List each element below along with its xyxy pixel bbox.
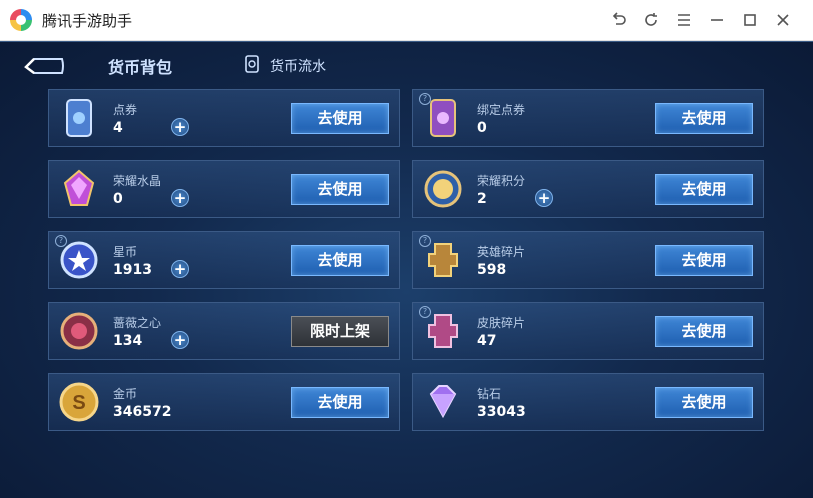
use-button[interactable]: 去使用	[655, 316, 753, 347]
currency-amount: 346572	[113, 404, 172, 420]
currency-card-ticket: 点券 4 + 去使用	[48, 89, 400, 147]
add-icon[interactable]: +	[171, 118, 189, 136]
add-icon[interactable]: +	[171, 189, 189, 207]
diamond-icon	[421, 380, 465, 424]
close-icon[interactable]	[772, 9, 794, 31]
currency-card-hero-shard: ? 英雄碎片 598 去使用	[412, 231, 764, 289]
use-button[interactable]: 去使用	[291, 103, 389, 134]
currency-card-honor-points: 荣耀积分 2 + 去使用	[412, 160, 764, 218]
menu-icon[interactable]	[673, 9, 695, 31]
maximize-icon[interactable]	[739, 9, 761, 31]
title-bar: 腾讯手游助手	[0, 0, 813, 41]
add-icon[interactable]: +	[171, 260, 189, 278]
skin-shard-icon	[421, 309, 465, 353]
hero-shard-icon	[421, 238, 465, 282]
currency-card-crystal: 荣耀水晶 0 + 去使用	[48, 160, 400, 218]
currency-amount: 0	[477, 120, 487, 136]
currency-flow-link[interactable]: 货币流水	[244, 55, 326, 77]
add-icon[interactable]: +	[171, 331, 189, 349]
currency-amount: 0	[113, 191, 123, 207]
currency-amount: 4	[113, 120, 123, 136]
currency-backpack-page: 货币背包 货币流水 点券 4 + 去使用 ? 绑定点券 0 去使用 荣耀水晶 0…	[0, 41, 813, 498]
currency-amount: 598	[477, 262, 507, 278]
use-button[interactable]: 去使用	[291, 174, 389, 205]
currency-name: 金币	[113, 387, 138, 401]
flow-icon	[244, 54, 260, 78]
currency-name: 蔷薇之心	[113, 316, 162, 330]
add-icon[interactable]: +	[535, 189, 553, 207]
ticket-icon	[57, 96, 101, 140]
limited-time-button[interactable]: 限时上架	[291, 316, 389, 347]
app-title: 腾讯手游助手	[42, 12, 133, 30]
currency-name: 荣耀积分	[477, 174, 526, 188]
back-arrow-icon[interactable]	[22, 53, 66, 77]
use-button[interactable]: 去使用	[655, 103, 753, 134]
currency-card-skin-shard: ? 皮肤碎片 47 去使用	[412, 302, 764, 360]
svg-text:S: S	[72, 392, 85, 414]
minimize-icon[interactable]	[706, 9, 728, 31]
currency-name: 皮肤碎片	[477, 316, 526, 330]
gold-coin-icon: S	[57, 380, 101, 424]
use-button[interactable]: 去使用	[655, 245, 753, 276]
bound-ticket-icon	[421, 96, 465, 140]
use-button[interactable]: 去使用	[291, 245, 389, 276]
crystal-icon	[57, 167, 101, 211]
currency-amount: 47	[477, 333, 497, 349]
currency-card-bound-ticket: ? 绑定点券 0 去使用	[412, 89, 764, 147]
currency-amount: 134	[113, 333, 143, 349]
currency-card-star-coin: ? 星币 1913 + 去使用	[48, 231, 400, 289]
honor-points-icon	[421, 167, 465, 211]
use-button[interactable]: 去使用	[655, 174, 753, 205]
refresh-icon[interactable]	[640, 9, 662, 31]
rose-heart-icon	[57, 309, 101, 353]
currency-name: 荣耀水晶	[113, 174, 162, 188]
app-logo-icon	[10, 9, 32, 31]
currency-flow-label: 货币流水	[270, 59, 326, 75]
currency-card-diamond: 钻石 33043 去使用	[412, 373, 764, 431]
currency-name: 钻石	[477, 387, 502, 401]
currency-amount: 1913	[113, 262, 152, 278]
currency-name: 点券	[113, 103, 138, 117]
page-title: 货币背包	[108, 58, 173, 77]
currency-amount: 33043	[477, 404, 526, 420]
currency-name: 星币	[113, 245, 138, 259]
currency-name: 绑定点券	[477, 103, 526, 117]
use-button[interactable]: 去使用	[291, 387, 389, 418]
currency-amount: 2	[477, 191, 487, 207]
currency-card-gold-coin: S 金币 346572 去使用	[48, 373, 400, 431]
currency-name: 英雄碎片	[477, 245, 526, 259]
currency-card-rose-heart: 蔷薇之心 134 + 限时上架	[48, 302, 400, 360]
star-coin-icon	[57, 238, 101, 282]
use-button[interactable]: 去使用	[655, 387, 753, 418]
undo-icon[interactable]	[608, 9, 630, 31]
